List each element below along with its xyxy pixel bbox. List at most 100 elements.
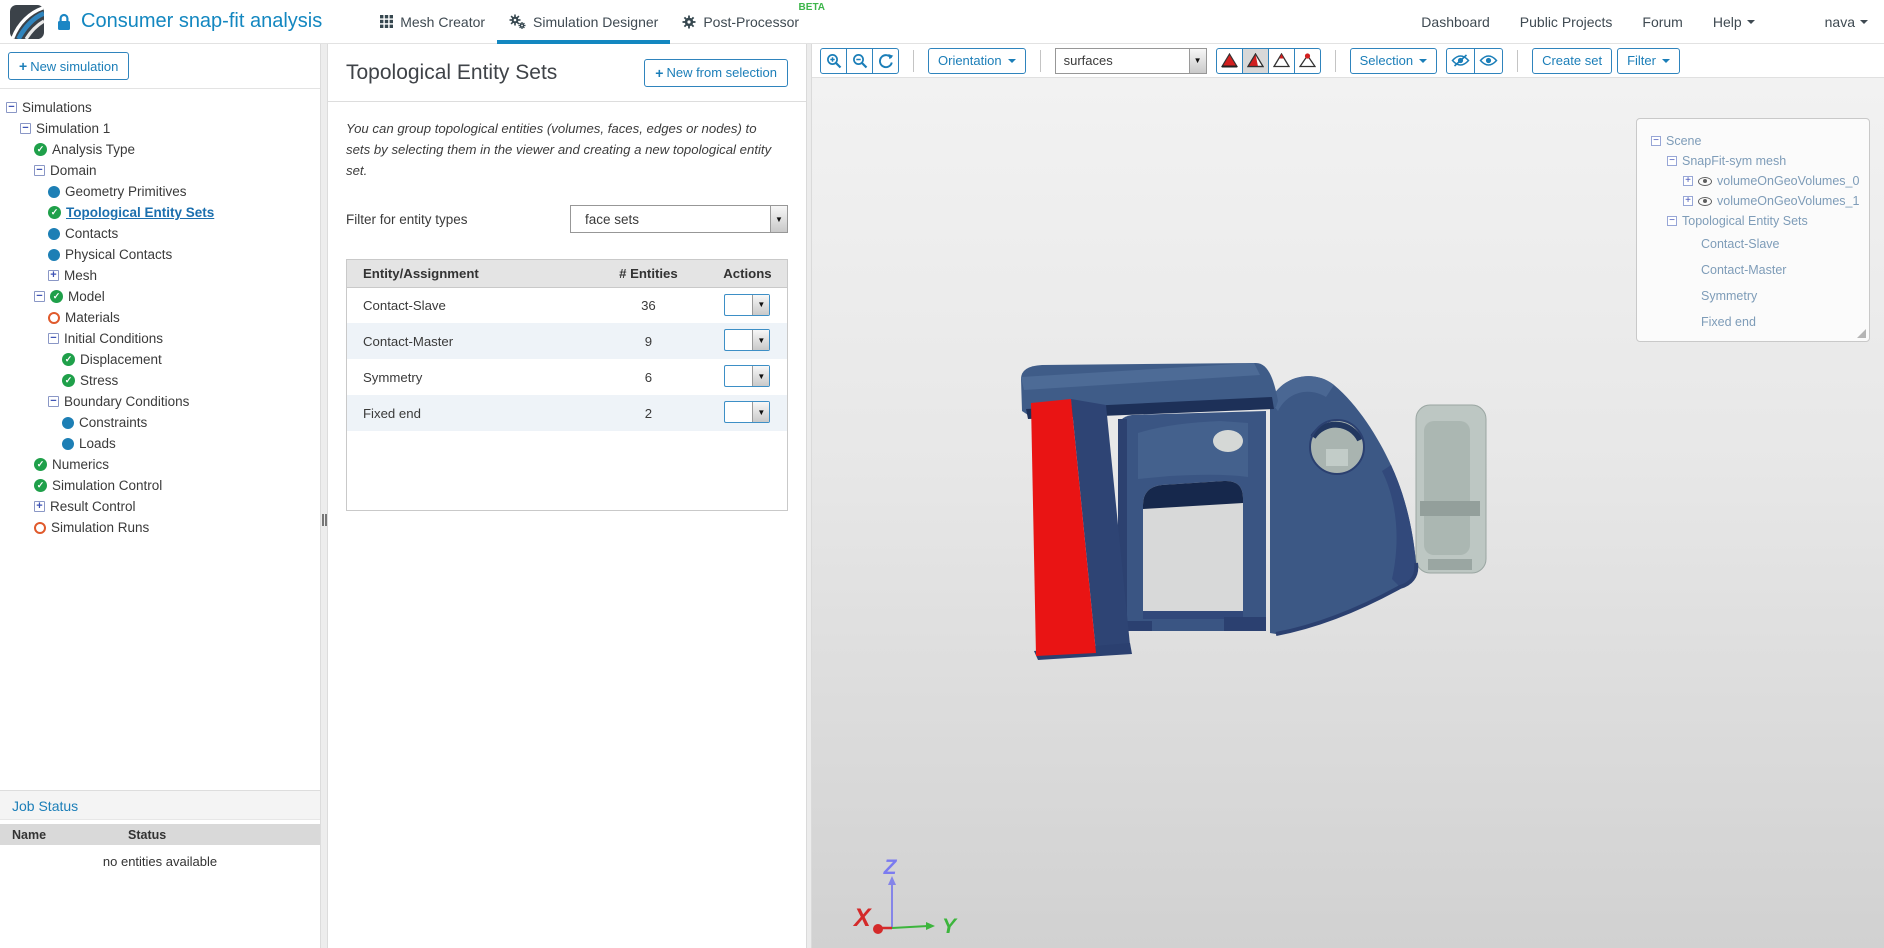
tree-item-topological-entity-sets[interactable]: ✓ Topological Entity Sets: [0, 202, 320, 223]
scene-item-label: volumeOnGeoVolumes_1: [1717, 194, 1860, 208]
scene-item-volumeongeovolumes-1[interactable]: + volumeOnGeoVolumes_1: [1637, 191, 1869, 211]
tab-post-processor[interactable]: Post-Processor BETA: [670, 0, 825, 44]
job-status-title: Job Status: [0, 790, 320, 820]
tree-item-numerics[interactable]: ✓ Numerics: [0, 454, 320, 475]
viewport-3d[interactable]: Z Y X − Scene − SnapFit-sym mesh + volumeOnGe…: [812, 78, 1884, 948]
toolbar-separator: [1039, 49, 1041, 72]
zoom-in-button[interactable]: [820, 47, 847, 74]
entity-set-row-fixed-end[interactable]: Fixed end 2 ▼: [347, 395, 787, 432]
scene-item-scene[interactable]: − Scene: [1637, 131, 1869, 151]
filter-button[interactable]: Filter: [1617, 47, 1680, 74]
tree-item-mesh[interactable]: + Mesh: [0, 265, 320, 286]
nav-dashboard[interactable]: Dashboard: [1421, 14, 1490, 30]
tree-item-simulation-runs[interactable]: Simulation Runs: [0, 517, 320, 538]
tree-item-result-control[interactable]: + Result Control: [0, 496, 320, 517]
scene-item-contact-master[interactable]: Contact-Master: [1637, 257, 1869, 283]
show-selection-button[interactable]: [1474, 47, 1504, 74]
viewer-pane: Orientation surfaces ▼ Selection Create …: [812, 44, 1884, 948]
user-menu[interactable]: nava: [1825, 14, 1868, 30]
sidebar-splitter[interactable]: [320, 44, 328, 948]
selection-button[interactable]: Selection: [1349, 47, 1438, 74]
mesh-surface-edges-button[interactable]: [1241, 47, 1269, 74]
scene-item-volumeongeovolumes-0[interactable]: + volumeOnGeoVolumes_0: [1637, 171, 1869, 191]
toolbar-separator: [1334, 49, 1336, 72]
collapse-icon[interactable]: −: [1651, 136, 1661, 146]
entity-set-row-contact-slave[interactable]: Contact-Slave 36 ▼: [347, 287, 787, 323]
actions-select[interactable]: ▼: [724, 401, 771, 424]
tree-item-constraints[interactable]: Constraints: [0, 412, 320, 433]
expand-icon[interactable]: +: [1683, 176, 1693, 186]
model-canvas[interactable]: [1020, 363, 1500, 663]
nav-public-projects[interactable]: Public Projects: [1520, 14, 1613, 30]
scene-item-label: volumeOnGeoVolumes_0: [1717, 174, 1860, 188]
tree-item-analysis-type[interactable]: ✓ Analysis Type: [0, 139, 320, 160]
entity-set-name: Contact-Master: [363, 333, 454, 349]
new-simulation-button[interactable]: + New simulation: [8, 52, 130, 80]
tree-item-model[interactable]: − ✓ Model: [0, 286, 320, 307]
mesh-wireframe-button[interactable]: [1267, 47, 1295, 74]
tree-item-physical-contacts[interactable]: Physical Contacts: [0, 244, 320, 265]
collapse-icon[interactable]: −: [6, 102, 17, 113]
entity-actions-cell: ▼: [708, 323, 787, 359]
collapse-icon[interactable]: −: [48, 396, 59, 407]
tree-item-initial-conditions[interactable]: − Initial Conditions: [0, 328, 320, 349]
scene-item-symmetry[interactable]: Symmetry: [1637, 283, 1869, 309]
scene-item-fixed-end[interactable]: Fixed end: [1637, 309, 1869, 335]
display-mode-value: surfaces: [1063, 53, 1113, 68]
create-set-button[interactable]: Create set: [1532, 47, 1613, 74]
new-from-selection-button[interactable]: + New from selection: [644, 58, 788, 87]
tree-item-stress[interactable]: ✓ Stress: [0, 370, 320, 391]
collapse-icon[interactable]: −: [20, 123, 31, 134]
fit-view-button[interactable]: [872, 47, 899, 74]
collapse-icon[interactable]: −: [34, 165, 45, 176]
entity-type-select[interactable]: face sets ▼: [570, 205, 788, 234]
scene-item-snapfit-sym-mesh[interactable]: − SnapFit-sym mesh: [1637, 151, 1869, 171]
col-entity-assignment: Entity/Assignment: [347, 260, 589, 288]
entity-set-row-symmetry[interactable]: Symmetry 6 ▼: [347, 359, 787, 395]
eye-icon[interactable]: [1698, 176, 1712, 186]
display-mode-select[interactable]: surfaces ▼: [1054, 47, 1207, 74]
mesh-points-button[interactable]: [1293, 47, 1321, 74]
resize-handle-icon[interactable]: [1857, 329, 1866, 338]
tree-item-domain[interactable]: − Domain: [0, 160, 320, 181]
expand-icon[interactable]: +: [34, 501, 45, 512]
expand-icon[interactable]: +: [1683, 196, 1693, 206]
job-status-col-status: Status: [128, 827, 167, 842]
entity-set-name: Contact-Slave: [363, 298, 446, 314]
tree-item-displacement[interactable]: ✓ Displacement: [0, 349, 320, 370]
project-title: Consumer snap-fit analysis: [81, 10, 323, 32]
mesh-solid-button[interactable]: [1215, 47, 1243, 74]
actions-select[interactable]: ▼: [724, 329, 771, 352]
tree-item-simulation-control[interactable]: ✓ Simulation Control: [0, 475, 320, 496]
scene-item-topological-entity-sets[interactable]: − Topological Entity Sets: [1637, 211, 1869, 231]
nav-forum[interactable]: Forum: [1642, 14, 1682, 30]
tree-item-contacts[interactable]: Contacts: [0, 223, 320, 244]
tree-item-simulation-1[interactable]: − Simulation 1: [0, 118, 320, 139]
collapse-icon[interactable]: −: [1667, 216, 1677, 226]
collapse-icon[interactable]: −: [48, 333, 59, 344]
zoom-out-button[interactable]: [846, 47, 873, 74]
expand-icon[interactable]: +: [48, 270, 59, 281]
orientation-button[interactable]: Orientation: [928, 47, 1026, 74]
tree-item-label: Stress: [80, 373, 119, 388]
axis-z-label: Z: [883, 856, 898, 879]
collapse-icon[interactable]: −: [1667, 156, 1677, 166]
tab-simulation-designer[interactable]: Simulation Designer: [497, 0, 670, 44]
hide-selection-button[interactable]: [1446, 47, 1476, 74]
tab-mesh-creator[interactable]: Mesh Creator: [368, 0, 497, 44]
scene-item-contact-slave[interactable]: Contact-Slave: [1637, 231, 1869, 257]
create-set-label: Create set: [1542, 53, 1603, 68]
tree-item-loads[interactable]: Loads: [0, 433, 320, 454]
tree-item-materials[interactable]: Materials: [0, 307, 320, 328]
collapse-icon[interactable]: −: [34, 291, 45, 302]
entity-set-row-contact-master[interactable]: Contact-Master 9 ▼: [347, 323, 787, 360]
tree-item-simulations[interactable]: − Simulations: [0, 97, 320, 118]
entity-type-value: face sets: [585, 211, 640, 227]
actions-select[interactable]: ▼: [724, 293, 771, 316]
tree-item-geometry-primitives[interactable]: Geometry Primitives: [0, 181, 320, 202]
help-menu[interactable]: Help: [1713, 14, 1755, 30]
page-title: Topological Entity Sets: [346, 60, 558, 84]
actions-select[interactable]: ▼: [724, 365, 771, 388]
eye-icon[interactable]: [1698, 196, 1712, 206]
tree-item-boundary-conditions[interactable]: − Boundary Conditions: [0, 391, 320, 412]
